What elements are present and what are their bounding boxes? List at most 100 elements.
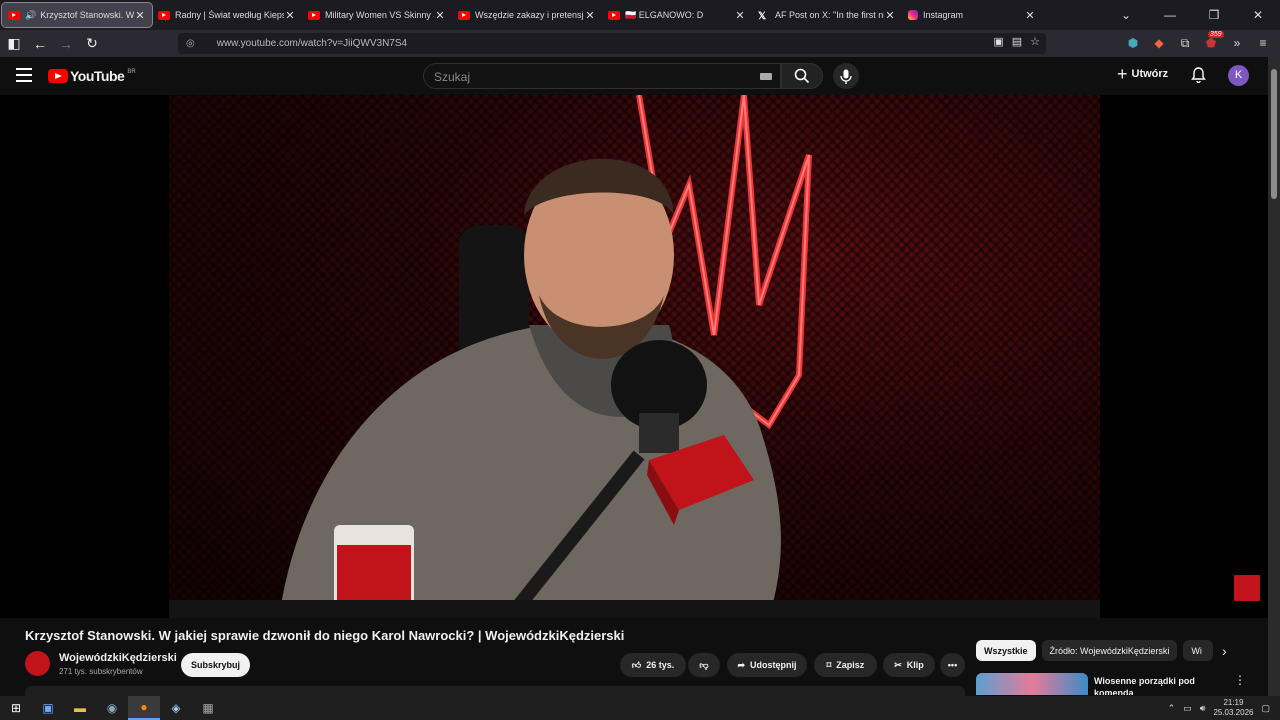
extensions-puzzle-icon[interactable]: ⧉ (1176, 32, 1194, 54)
reload-icon[interactable]: ↻ (80, 32, 104, 56)
close-icon[interactable]: ✕ (884, 9, 896, 22)
chip-all[interactable]: Wszystkie (976, 640, 1036, 661)
more-vertical-icon[interactable]: ⋮ (1234, 673, 1246, 687)
clock[interactable]: 21:19 25.03.2026 (1213, 698, 1253, 718)
video-scene (169, 95, 1100, 618)
youtube-header: YouTube BR Szukaj + Utwórz K (0, 57, 1268, 95)
youtube-icon (608, 10, 620, 20)
back-icon[interactable]: ← (28, 32, 52, 56)
speaker-icon[interactable]: 🔊 (25, 10, 36, 21)
minimize-icon[interactable]: — (1148, 8, 1192, 22)
tab-list-icon[interactable]: ⌄ (1104, 8, 1148, 22)
avatar[interactable]: K (1228, 65, 1249, 86)
dislike-button[interactable]: 👎︎ (688, 653, 720, 677)
overflow-chevron-icon[interactable]: » (1228, 32, 1246, 54)
system-tray: ⌃ ▭ 🔊︎ 21:19 25.03.2026 ▢ (1168, 696, 1270, 720)
shield-icon[interactable]: ◎ (186, 38, 195, 49)
create-button[interactable]: + Utwórz (1117, 65, 1169, 83)
tab-2[interactable]: Military Women VS Skinny Joes ✕ (302, 3, 452, 27)
tab-title: Wszędzie zakazy i pretensje! Lu (475, 10, 584, 20)
tab-4[interactable]: 🇵🇱 ELGANOWO: D ✕ (602, 3, 752, 27)
tab-title: Radny | Świat według Kiepskich (175, 10, 284, 20)
window-controls: ⌄ — ❐ ✕ (1104, 0, 1280, 30)
close-icon[interactable]: ✕ (434, 9, 446, 22)
close-icon[interactable]: ✕ (734, 9, 746, 22)
ublock-icon[interactable]: ⬟ 359 (1202, 31, 1224, 54)
description-box[interactable] (25, 686, 965, 696)
channel-watermark[interactable] (1234, 575, 1260, 601)
video-title: Krzysztof Stanowski. W jakiej sprawie dz… (25, 628, 625, 643)
chip-source[interactable]: Źródło: WojewódzkiKędzierski (1041, 640, 1178, 661)
menu-icon[interactable]: ≡ (1254, 32, 1272, 54)
address-bar[interactable]: ◎ www.youtube.com/watch?v=JiiQWV3N7S4 ▣ … (178, 33, 1046, 54)
tab-3[interactable]: Wszędzie zakazy i pretensje! Lu ✕ (452, 3, 602, 27)
close-icon[interactable]: ✕ (134, 9, 146, 22)
close-icon[interactable]: ✕ (1024, 9, 1036, 22)
keyboard-icon[interactable] (760, 73, 772, 80)
tab-title: Military Women VS Skinny Joes (325, 10, 434, 20)
share-icon: ➦ (737, 659, 746, 670)
more-actions-button[interactable]: ••• (940, 653, 965, 677)
file-explorer-icon[interactable]: ▬ (64, 696, 96, 720)
video-player[interactable] (169, 95, 1100, 618)
chip-more[interactable]: Wi (1183, 640, 1214, 661)
browser-toolbar: ◧ ← → ↻ ◎ www.youtube.com/watch?v=JiiQWV… (0, 30, 1280, 57)
tab-0[interactable]: 🔊 Krzysztof Stanowski. W jaki ✕ (1, 2, 153, 28)
tab-6[interactable]: Instagram ✕ (902, 3, 1042, 27)
tab-1[interactable]: Radny | Świat według Kiepskich ✕ (152, 3, 302, 27)
recommendation-thumbnail[interactable] (976, 673, 1088, 695)
search-button[interactable] (781, 63, 823, 89)
reader-view-icon[interactable]: ▤ (1012, 35, 1022, 48)
x-icon: 𝕏 (758, 10, 767, 22)
hamburger-menu-icon[interactable] (16, 68, 32, 86)
channel-name[interactable]: WojewódzkiKędzierski (59, 652, 177, 664)
app-icon[interactable]: ◈ (160, 696, 192, 720)
restore-icon[interactable]: ❐ (1192, 8, 1236, 22)
scissors-icon: ✂ (894, 659, 902, 670)
calculator-icon[interactable]: ▦ (192, 696, 224, 720)
notifications-icon[interactable]: ▢ (1261, 703, 1270, 714)
create-label: Utwórz (1131, 68, 1169, 80)
recommendation-title[interactable]: Wiosenne porządki pod komenda (1094, 675, 1234, 695)
bookmark-star-icon[interactable]: ☆ (1030, 35, 1040, 48)
forward-icon[interactable]: → (54, 32, 78, 56)
sidebar-toggle-icon[interactable]: ◧ (2, 32, 26, 56)
windows-start-icon[interactable]: ⊞ (0, 696, 32, 720)
clip-button[interactable]: ✂ Klip (883, 653, 935, 677)
network-icon[interactable]: ▭ (1183, 703, 1192, 714)
search-input[interactable]: Szukaj (423, 63, 781, 89)
close-window-icon[interactable]: ✕ (1236, 8, 1280, 22)
notifications-button[interactable] (1191, 67, 1206, 88)
share-button[interactable]: ➦ Udostępnij (727, 653, 807, 677)
save-button[interactable]: ⌑ Zapisz (814, 653, 877, 677)
app-icon[interactable]: ▣ (32, 696, 64, 720)
close-icon[interactable]: ✕ (584, 9, 596, 22)
tab-title: Krzysztof Stanowski. W jaki (40, 10, 134, 20)
firefox-icon[interactable]: ● (128, 696, 160, 720)
like-count: 26 tys. (646, 660, 675, 670)
bookmark-icon: ⌑ (826, 659, 832, 670)
page-scrollbar[interactable] (1268, 57, 1280, 697)
subscribe-button[interactable]: Subskrybuj (181, 653, 250, 677)
volume-icon[interactable]: 🔊︎ (1200, 703, 1206, 714)
url-text: www.youtube.com/watch?v=JiiQWV3N7S4 (216, 38, 408, 49)
more-horizontal-icon: ••• (947, 660, 958, 670)
picture-in-picture-icon[interactable]: ▣ (993, 35, 1003, 48)
browser-tab-strip: 🔊 Krzysztof Stanowski. W jaki ✕ Radny | … (0, 0, 1280, 30)
tab-title: AF Post on X: "In the first nine n (775, 10, 884, 20)
clock-date: 25.03.2026 (1213, 708, 1254, 717)
fox-extension-icon[interactable]: ◆ (1150, 32, 1168, 54)
like-button[interactable]: 👍︎ 26 tys. (620, 653, 686, 677)
vpn-shield-icon[interactable]: ⬢ (1124, 32, 1142, 54)
youtube-logo[interactable]: YouTube BR (48, 68, 136, 84)
channel-avatar[interactable] (25, 651, 50, 676)
steam-icon[interactable]: ◉ (96, 696, 128, 720)
voice-search-button[interactable] (833, 63, 859, 89)
scrollbar-thumb[interactable] (1271, 69, 1277, 199)
chevron-right-icon[interactable]: › (1222, 643, 1227, 659)
close-icon[interactable]: ✕ (284, 9, 296, 22)
subscriber-count: 271 tys. subskrybentów (59, 667, 143, 676)
chevron-up-icon[interactable]: ⌃ (1168, 703, 1176, 714)
tab-5[interactable]: 𝕏 AF Post on X: "In the first nine n ✕ (752, 3, 902, 27)
search-placeholder: Szukaj (434, 70, 471, 84)
